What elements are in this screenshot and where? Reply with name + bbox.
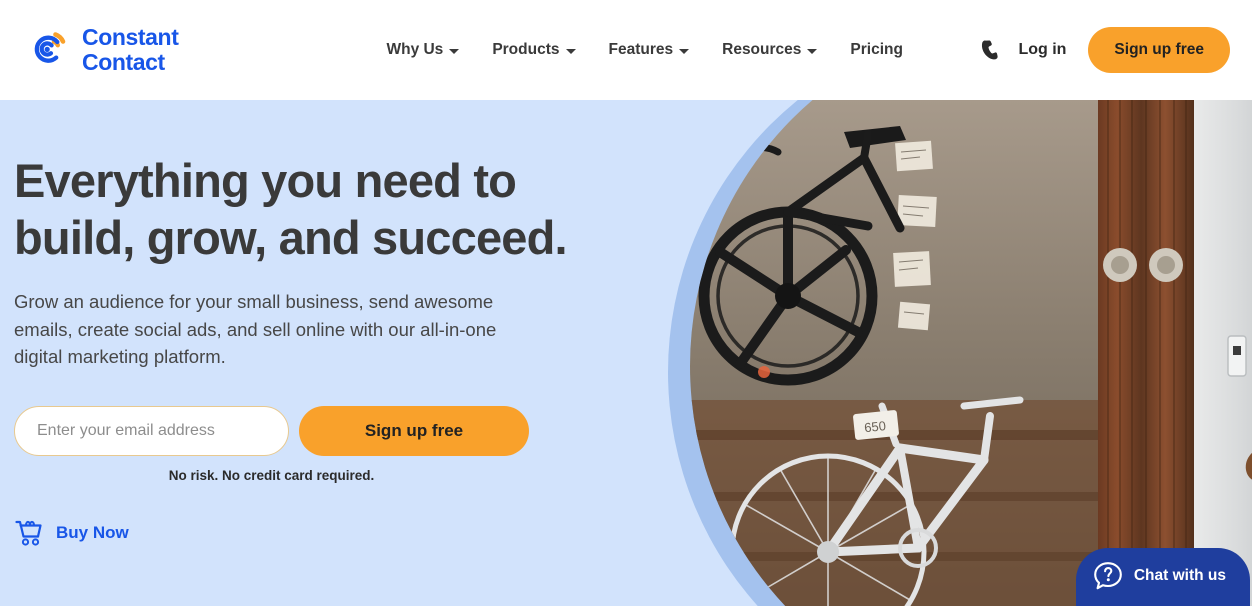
nav-item-label: Products (492, 41, 560, 58)
hero-section: 650 Everything you need to build, grow, … (0, 100, 1252, 606)
hero-photo-image: 650 (690, 100, 1252, 606)
nav-item-features[interactable]: Features (609, 41, 690, 59)
hero-subheading: Grow an audience for your small business… (14, 291, 497, 367)
primary-nav: Why Us Products Features Resources Prici… (386, 41, 902, 59)
nav-item-label: Resources (722, 41, 802, 58)
nav-item-resources[interactable]: Resources (722, 41, 818, 59)
headline-line-1: Everything you need to (14, 154, 517, 207)
hero-photo: 650 (690, 100, 1252, 606)
shopping-cart-icon (15, 520, 42, 546)
nav-item-label: Pricing (850, 41, 903, 58)
hero-copy: Everything you need to build, grow, and … (14, 100, 674, 547)
nav-item-products[interactable]: Products (492, 41, 576, 59)
header-signup-button[interactable]: Sign up free (1088, 27, 1230, 73)
brand-wordmark: Constant Contact (82, 24, 179, 75)
nav-item-why-us[interactable]: Why Us (386, 41, 460, 59)
chat-with-us-button[interactable]: Chat with us (1075, 548, 1250, 606)
brand-name-line1: Constant (82, 24, 179, 50)
chevron-down-icon (679, 48, 690, 54)
phone-icon[interactable] (980, 39, 1000, 61)
site-header: Constant Contact Why Us Products Feature… (0, 0, 1252, 100)
nav-item-pricing[interactable]: Pricing (850, 41, 903, 59)
nav-item-label: Features (608, 41, 674, 58)
login-link[interactable]: Log in (1018, 41, 1066, 59)
hero-signup-button[interactable]: Sign up free (299, 405, 529, 456)
headline-line-2: build, grow, and succeed. (14, 211, 568, 264)
chat-label: Chat with us (1133, 567, 1226, 584)
brand-name-line2: Contact (82, 49, 165, 75)
nav-item-label: Why Us (386, 41, 444, 58)
svg-text:650: 650 (863, 418, 886, 435)
signup-form: Sign up free (14, 405, 674, 456)
chevron-down-icon (807, 48, 818, 54)
chevron-down-icon (565, 48, 576, 54)
page-title: Everything you need to build, grow, and … (14, 152, 674, 266)
buy-now-link[interactable]: Buy Now (14, 519, 164, 547)
header-actions: Log in Sign up free (980, 27, 1230, 73)
chevron-down-icon (449, 48, 460, 54)
constant-contact-logo-icon (34, 32, 66, 63)
no-risk-disclaimer: No risk. No credit card required. (168, 467, 375, 483)
buy-now-label: Buy Now (56, 522, 129, 542)
email-field[interactable] (14, 405, 289, 456)
page-root: Constant Contact Why Us Products Feature… (0, 0, 1252, 606)
question-speech-bubble-icon (1094, 562, 1122, 590)
brand-logo[interactable]: Constant Contact (26, 24, 179, 75)
